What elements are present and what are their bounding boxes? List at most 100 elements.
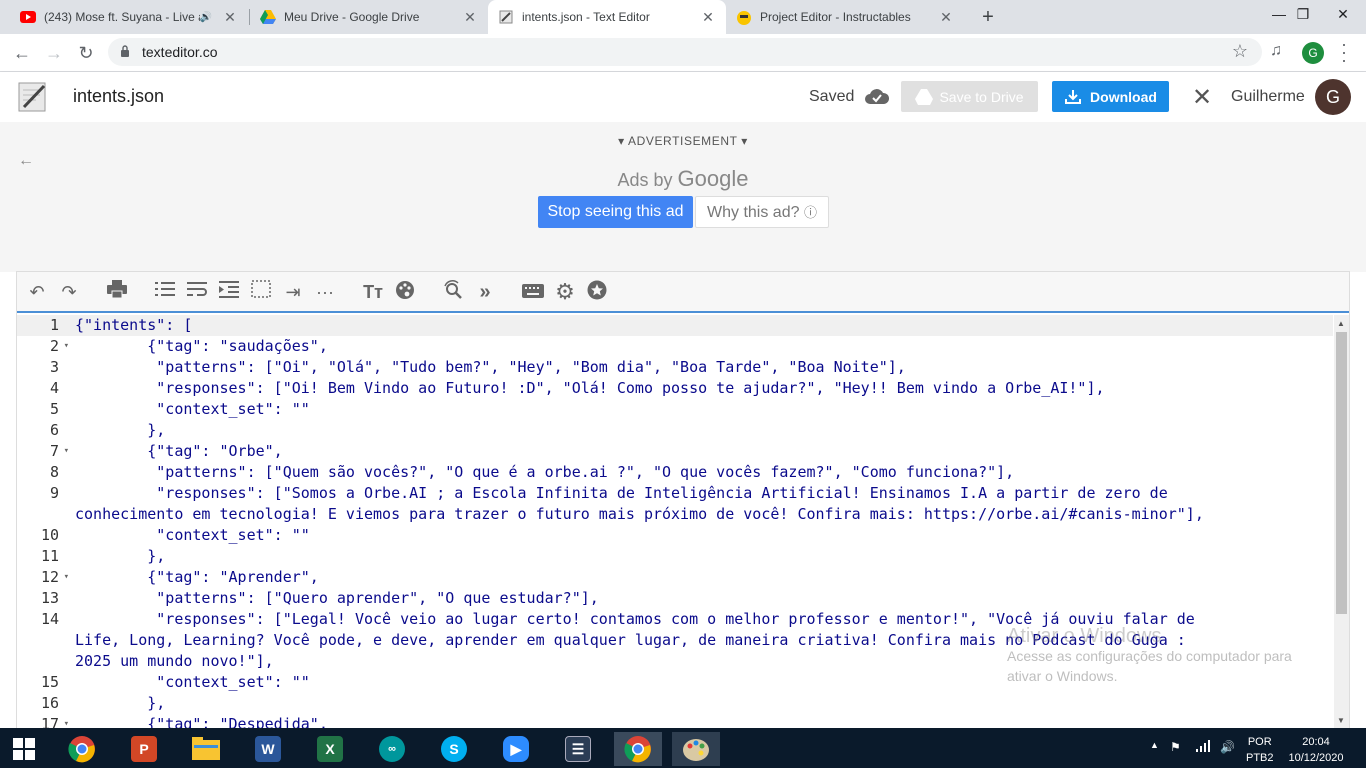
tab-youtube[interactable]: (243) Mose ft. Suyana - Live a 🔊 ✕ — [10, 0, 248, 34]
code-line[interactable]: 5 "context_set": "" — [17, 399, 1333, 420]
fold-arrow-icon[interactable]: ▾ — [64, 567, 69, 588]
watermark-line-2: ativar o Windows. — [1007, 668, 1118, 684]
taskbar-powerpoint[interactable]: P — [120, 732, 168, 766]
code-line[interactable]: 2 ▾ {"tag": "saudações", — [17, 336, 1333, 357]
taskbar-file-explorer[interactable] — [182, 732, 230, 766]
line-text: "context_set": "" — [75, 400, 310, 418]
tab-instructables[interactable]: Project Editor - Instructables ✕ — [726, 0, 964, 34]
favorite-star-icon[interactable] — [585, 280, 609, 304]
scroll-down-icon[interactable]: ▼ — [1337, 716, 1345, 725]
code-line[interactable]: 10 "context_set": "" — [17, 525, 1333, 546]
line-number: 6 — [49, 421, 59, 439]
document-title[interactable]: intents.json — [73, 86, 164, 107]
code-line[interactable]: 6 }, — [17, 420, 1333, 441]
line-numbers-icon[interactable] — [153, 280, 177, 304]
code-line[interactable]: 11 }, — [17, 546, 1333, 567]
close-window-icon[interactable]: ✕ — [1320, 0, 1366, 30]
line-number: 9 — [49, 484, 59, 502]
taskbar-zoom[interactable]: ▶ — [492, 732, 540, 766]
code-line[interactable]: 4 "responses": ["Oi! Bem Vindo ao Futuro… — [17, 378, 1333, 399]
undo-icon[interactable]: ↶ — [25, 280, 49, 304]
taskbar-chrome-active[interactable] — [614, 732, 662, 766]
close-document-icon[interactable]: ✕ — [1192, 83, 1212, 112]
excel-icon: X — [317, 736, 343, 762]
code-line[interactable]: 9 "responses": ["Somos a Orbe.AI ; a Esc… — [17, 483, 1333, 504]
taskbar-paint[interactable] — [672, 732, 720, 766]
show-whitespace-icon[interactable] — [249, 280, 273, 304]
more-options-icon[interactable]: ··· — [313, 280, 337, 304]
line-gutter: 4 — [17, 378, 73, 399]
close-tab-icon[interactable]: ✕ — [938, 9, 954, 26]
close-tab-icon[interactable]: ✕ — [700, 9, 716, 26]
scroll-up-icon[interactable]: ▲ — [1337, 319, 1345, 328]
print-icon[interactable] — [105, 280, 129, 304]
editor-scrollbar[interactable]: ▲ ▼ — [1334, 315, 1349, 730]
code-line[interactable]: 1 {"intents": [ — [17, 315, 1333, 336]
taskbar-arduino[interactable]: ∞ — [368, 732, 416, 766]
line-text: 2025 um mundo novo!"], — [75, 652, 274, 670]
code-line[interactable]: 12 ▾ {"tag": "Aprender", — [17, 567, 1333, 588]
settings-gear-icon[interactable]: ⚙ — [553, 280, 577, 304]
media-control-icon[interactable]: ♫ — [1270, 42, 1282, 60]
line-text: "patterns": ["Quero aprender", "O que es… — [75, 589, 599, 607]
goto-line-icon[interactable]: » — [473, 280, 497, 304]
back-icon[interactable]: ← — [10, 41, 34, 65]
code-line[interactable]: 13 "patterns": ["Quero aprender", "O que… — [17, 588, 1333, 609]
bookmark-star-icon[interactable]: ☆ — [1232, 41, 1248, 62]
forward-icon[interactable]: → — [42, 41, 66, 65]
start-button[interactable] — [0, 732, 48, 766]
taskbar-word[interactable]: W — [244, 732, 292, 766]
palette-icon[interactable] — [393, 280, 417, 304]
address-bar[interactable]: texteditor.co ☆ — [108, 38, 1262, 66]
taskbar-server-app[interactable]: ☰ — [554, 732, 602, 766]
line-text: "responses": ["Oi! Bem Vindo ao Futuro! … — [75, 379, 1105, 397]
taskbar-excel[interactable]: X — [306, 732, 354, 766]
code-line[interactable]: 16 }, — [17, 693, 1333, 714]
redo-icon[interactable]: ↷ — [57, 280, 81, 304]
word-wrap-icon[interactable] — [185, 280, 209, 304]
flag-icon[interactable]: ⚑ — [1170, 740, 1181, 754]
volume-icon[interactable]: 🔊 — [1220, 740, 1235, 754]
font-size-icon[interactable]: Tт — [361, 280, 385, 304]
close-tab-icon[interactable]: ✕ — [222, 9, 238, 26]
network-icon[interactable] — [1196, 740, 1210, 755]
code-line[interactable]: 7 ▾ {"tag": "Orbe", — [17, 441, 1333, 462]
clock-time: 20:04 — [1302, 736, 1330, 748]
fold-arrow-icon[interactable]: ▾ — [64, 336, 69, 357]
code-line[interactable]: 8 "patterns": ["Quem são vocês?", "O que… — [17, 462, 1333, 483]
system-clock[interactable]: 20:04 10/12/2020 — [1286, 734, 1346, 766]
browser-menu-icon[interactable]: · · · — [1334, 35, 1354, 69]
line-number: 7 — [49, 442, 59, 460]
code-line[interactable]: conhecimento em tecnologia! E viemos par… — [17, 504, 1333, 525]
user-avatar[interactable]: G — [1315, 79, 1351, 115]
show-hidden-icons[interactable]: ▲ — [1150, 740, 1159, 750]
tab-text-editor[interactable]: intents.json - Text Editor ✕ — [488, 0, 726, 34]
fold-arrow-icon[interactable]: ▾ — [64, 441, 69, 462]
tab-drive[interactable]: Meu Drive - Google Drive ✕ — [250, 0, 488, 34]
save-to-drive-button[interactable]: Save to Drive — [901, 81, 1038, 112]
download-button[interactable]: Download — [1052, 81, 1169, 112]
stop-seeing-ad-button[interactable]: Stop seeing this ad — [538, 196, 693, 228]
reload-icon[interactable]: ↻ — [74, 41, 98, 65]
line-number: 11 — [40, 547, 59, 565]
code-line[interactable]: 3 "patterns": ["Oi", "Olá", "Tudo bem?",… — [17, 357, 1333, 378]
line-number: 5 — [49, 400, 59, 418]
advertisement-area: ← ▾ ADVERTISEMENT ▾ Ads by Google Stop s… — [0, 122, 1366, 272]
taskbar-chrome[interactable] — [58, 732, 106, 766]
profile-avatar[interactable]: G — [1302, 42, 1324, 64]
scrollbar-thumb[interactable] — [1336, 332, 1347, 614]
word-icon: W — [255, 736, 281, 762]
url-text: texteditor.co — [142, 44, 218, 60]
tab-icon[interactable]: ⇥ — [281, 280, 305, 304]
indent-icon[interactable] — [217, 280, 241, 304]
taskbar-skype[interactable]: S — [430, 732, 478, 766]
keyboard-icon[interactable] — [521, 280, 545, 304]
language-indicator[interactable]: POR PTB2 — [1246, 734, 1274, 766]
user-name[interactable]: Guilherme — [1231, 88, 1305, 106]
close-tab-icon[interactable]: ✕ — [462, 9, 478, 26]
line-text: }, — [75, 694, 166, 712]
why-this-ad-button[interactable]: Why this ad? ⓘ — [695, 196, 829, 228]
find-replace-icon[interactable] — [441, 280, 465, 304]
speaker-icon[interactable]: 🔊 — [200, 12, 212, 23]
new-tab-button[interactable]: + — [976, 5, 1000, 29]
